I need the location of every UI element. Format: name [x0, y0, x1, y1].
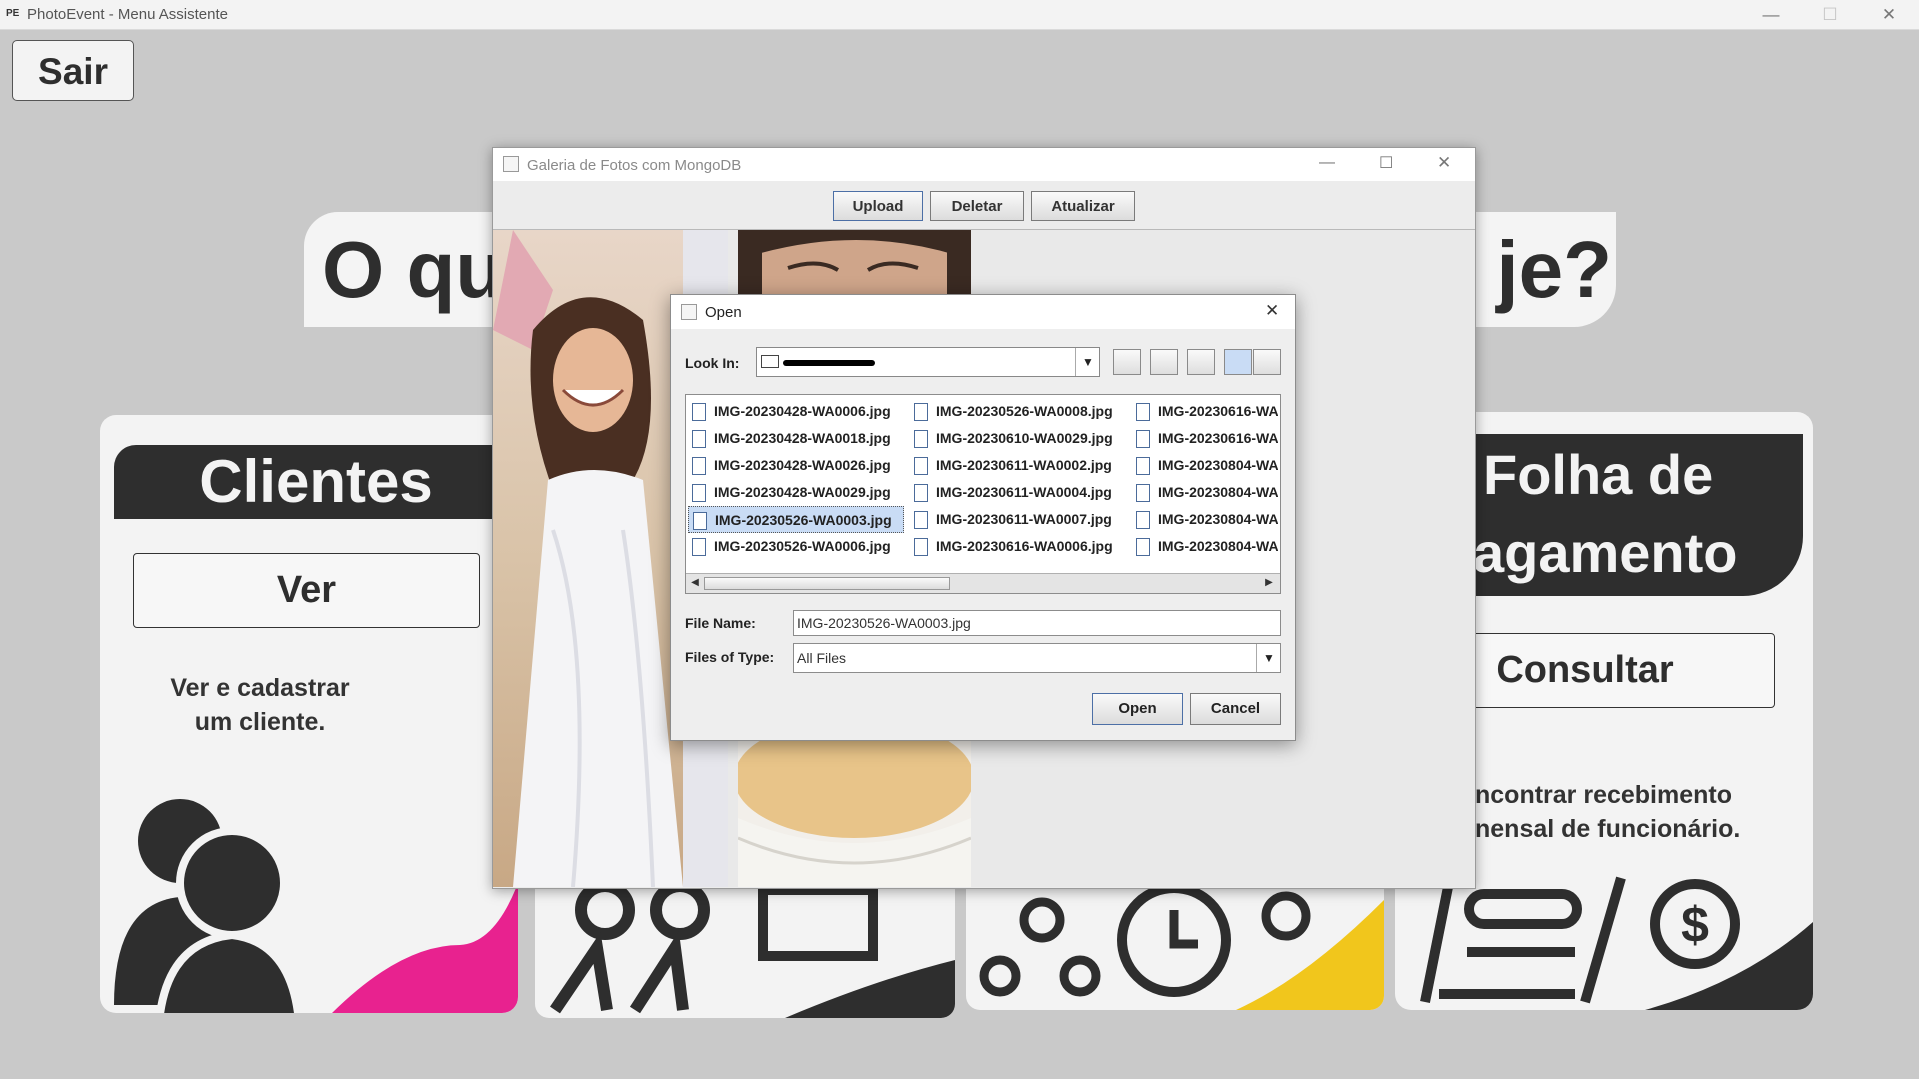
list-item[interactable]: IMG-20230611-WA0002.jpg	[910, 452, 1126, 479]
file-icon	[914, 430, 928, 449]
list-item[interactable]: IMG-20230804-WA	[1132, 452, 1278, 479]
list-item[interactable]: IMG-20230611-WA0007.jpg	[910, 506, 1126, 533]
exit-button[interactable]: Sair	[12, 40, 134, 101]
folha-title-line2: agamento	[1473, 521, 1738, 584]
file-icon	[1136, 511, 1150, 530]
chevron-down-icon[interactable]: ▼	[1075, 348, 1100, 376]
list-item[interactable]: IMG-20230616-WA	[1132, 398, 1278, 425]
list-item[interactable]: IMG-20230611-WA0004.jpg	[910, 479, 1126, 506]
file-name-input[interactable]: IMG-20230526-WA0003.jpg	[793, 610, 1281, 636]
clientes-illustration	[114, 799, 518, 1013]
list-item-selected[interactable]: IMG-20230526-WA0003.jpg	[688, 506, 904, 533]
open-dialog-close-button[interactable]: ✕	[1265, 301, 1279, 321]
look-in-combo[interactable]: ▼	[756, 347, 1100, 377]
file-icon	[914, 484, 928, 503]
folder-icon	[761, 355, 779, 368]
list-item[interactable]: IMG-20230428-WA0006.jpg	[688, 398, 904, 425]
details-view-icon[interactable]	[1253, 349, 1281, 375]
list-view-icon[interactable]	[1224, 349, 1252, 375]
file-list-column: IMG-20230616-WA IMG-20230616-WA IMG-2023…	[1132, 398, 1278, 560]
list-item[interactable]: IMG-20230804-WA	[1132, 533, 1278, 560]
files-of-type-select[interactable]: All Files ▼	[793, 643, 1281, 673]
java-cup-icon	[681, 304, 697, 320]
gallery-titlebar: Galeria de Fotos com MongoDB — ☐ ✕	[493, 148, 1475, 181]
file-icon	[692, 403, 706, 422]
cancel-button[interactable]: Cancel	[1190, 693, 1281, 725]
file-list[interactable]: IMG-20230428-WA0006.jpg IMG-20230428-WA0…	[685, 394, 1281, 594]
folha-description-line2: nensal de funcionário.	[1475, 815, 1741, 843]
open-dialog-titlebar: Open ✕	[671, 295, 1295, 329]
file-icon	[914, 403, 928, 422]
scroll-left-icon[interactable]: ◀	[688, 576, 702, 590]
main-titlebar: PE PhotoEvent - Menu Assistente — ☐ ✕	[0, 0, 1919, 30]
file-icon	[1136, 457, 1150, 476]
svg-text:$: $	[1681, 897, 1709, 953]
card-clientes: Clientes Ver Ver e cadastrar um cliente.	[100, 415, 518, 1013]
photo-thumbnail[interactable]	[738, 738, 971, 887]
open-dialog-title: Open	[705, 304, 742, 321]
list-item[interactable]: IMG-20230428-WA0018.jpg	[688, 425, 904, 452]
list-item[interactable]: IMG-20230610-WA0029.jpg	[910, 425, 1126, 452]
file-icon	[692, 430, 706, 449]
open-button[interactable]: Open	[1092, 693, 1183, 725]
open-file-dialog: Open ✕ Look In: ▼ IMG-20230428-WA0006.jp…	[670, 294, 1296, 741]
file-icon	[692, 457, 706, 476]
minimize-button[interactable]: —	[1742, 0, 1800, 29]
list-item[interactable]: IMG-20230804-WA	[1132, 479, 1278, 506]
delete-button[interactable]: Deletar	[930, 191, 1024, 221]
app-title: PhotoEvent - Menu Assistente	[27, 6, 228, 23]
chevron-down-icon[interactable]: ▼	[1256, 644, 1281, 672]
file-icon	[1136, 484, 1150, 503]
files-of-type-label: Files of Type:	[685, 649, 775, 665]
redacted-folder-name	[783, 360, 875, 366]
folha-description-line1: ncontrar recebimento	[1475, 781, 1733, 809]
up-folder-icon[interactable]	[1113, 349, 1141, 375]
java-cup-icon	[503, 156, 519, 172]
list-item[interactable]: IMG-20230616-WA0006.jpg	[910, 533, 1126, 560]
files-of-type-value: All Files	[797, 650, 847, 666]
file-icon	[1136, 430, 1150, 449]
folha-title-line1: Folha de	[1483, 443, 1714, 506]
file-icon	[692, 484, 706, 503]
clientes-description: Ver e cadastrar um cliente.	[170, 674, 350, 736]
file-icon	[914, 511, 928, 530]
clientes-title: Clientes	[114, 445, 518, 519]
gallery-title: Galeria de Fotos com MongoDB	[527, 157, 742, 174]
file-icon	[693, 512, 707, 531]
scroll-right-icon[interactable]: ▶	[1262, 576, 1276, 590]
list-item[interactable]: IMG-20230616-WA	[1132, 425, 1278, 452]
close-button[interactable]: ✕	[1860, 0, 1918, 29]
file-icon	[1136, 538, 1150, 557]
list-item[interactable]: IMG-20230526-WA0006.jpg	[688, 533, 904, 560]
home-folder-icon[interactable]	[1150, 349, 1178, 375]
photo-thumbnail[interactable]	[738, 230, 971, 295]
file-icon	[1136, 403, 1150, 422]
file-name-label: File Name:	[685, 615, 756, 631]
list-item[interactable]: IMG-20230526-WA0008.jpg	[910, 398, 1126, 425]
file-icon	[692, 538, 706, 557]
gallery-minimize-button[interactable]: —	[1319, 154, 1335, 172]
list-item[interactable]: IMG-20230804-WA	[1132, 506, 1278, 533]
file-list-column: IMG-20230428-WA0006.jpg IMG-20230428-WA0…	[688, 398, 904, 560]
horizontal-scrollbar[interactable]: ◀ ▶	[686, 573, 1280, 593]
app-logo-icon: PE	[6, 8, 20, 19]
clientes-ver-button[interactable]: Ver	[133, 553, 480, 628]
maximize-button[interactable]: ☐	[1801, 0, 1859, 29]
file-icon	[914, 538, 928, 557]
list-item[interactable]: IMG-20230428-WA0029.jpg	[688, 479, 904, 506]
scrollbar-thumb[interactable]	[704, 577, 950, 590]
file-icon	[914, 457, 928, 476]
file-list-column: IMG-20230526-WA0008.jpg IMG-20230610-WA0…	[910, 398, 1126, 560]
gallery-maximize-button[interactable]: ☐	[1379, 153, 1393, 173]
gallery-close-button[interactable]: ✕	[1437, 153, 1451, 173]
upload-button[interactable]: Upload	[833, 191, 923, 221]
look-in-label: Look In:	[685, 355, 740, 371]
list-item[interactable]: IMG-20230428-WA0026.jpg	[688, 452, 904, 479]
new-folder-icon[interactable]	[1187, 349, 1215, 375]
refresh-button[interactable]: Atualizar	[1031, 191, 1135, 221]
